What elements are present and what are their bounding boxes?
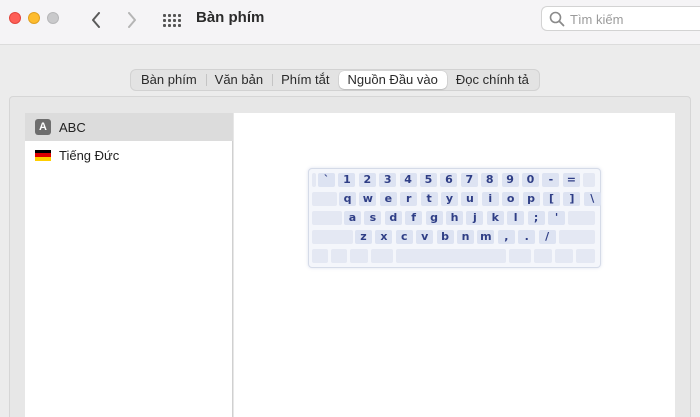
keyboard-key-blank bbox=[312, 173, 316, 187]
forward-button[interactable] bbox=[121, 9, 143, 31]
keyboard-key: 4 bbox=[399, 173, 417, 187]
keyboard-layout-preview: ` 1 2 3 4 5 6 7 8 9 0- = q w e r t y u i o p[] \ a s d f g h j k l; ' z x c… bbox=[308, 168, 601, 268]
keyboard-key: [ bbox=[543, 192, 560, 206]
keyboard-key: 0 bbox=[522, 173, 539, 187]
keyboard-key: h bbox=[446, 211, 463, 225]
tab-dictation[interactable]: Đọc chính tả bbox=[447, 71, 538, 89]
tab-text[interactable]: Văn bản bbox=[205, 71, 272, 89]
keyboard-key: . bbox=[518, 230, 536, 244]
window-title: Bàn phím bbox=[196, 9, 265, 26]
keyboard-key: p bbox=[522, 192, 540, 206]
keyboard-key-blank bbox=[312, 249, 328, 263]
keyboard-key: 8 bbox=[481, 173, 499, 187]
keyboard-key: ] bbox=[563, 192, 581, 206]
keyboard-key: f bbox=[405, 211, 423, 225]
close-window-button[interactable] bbox=[9, 12, 21, 24]
keyboard-key-blank bbox=[312, 211, 342, 225]
keyboard-key-blank bbox=[509, 249, 531, 263]
keyboard-key: 6 bbox=[440, 173, 458, 187]
keyboard-key: n bbox=[457, 230, 474, 244]
tab-input-sources[interactable]: Nguồn Đầu vào bbox=[338, 71, 447, 89]
search-input[interactable] bbox=[570, 10, 695, 28]
list-item-abc[interactable]: A ABC bbox=[25, 113, 233, 141]
keyboard-key: 5 bbox=[420, 173, 437, 187]
keyboard-key-blank bbox=[312, 230, 353, 244]
keyboard-key-blank bbox=[396, 249, 506, 263]
chevron-left-icon bbox=[92, 12, 100, 28]
abc-letter-icon: A bbox=[35, 119, 51, 135]
keyboard-key: \ bbox=[583, 192, 601, 206]
keyboard-key: , bbox=[497, 230, 515, 244]
search-icon bbox=[549, 11, 565, 27]
title-bar: Bàn phím bbox=[0, 0, 700, 45]
chevron-right-icon bbox=[128, 12, 136, 28]
keyboard-key: u bbox=[461, 192, 479, 206]
list-item-german[interactable]: Tiếng Đức bbox=[25, 141, 233, 169]
german-flag-icon bbox=[35, 149, 51, 161]
keyboard-key: ' bbox=[548, 211, 565, 225]
input-sources-list: A ABC Tiếng Đức bbox=[25, 113, 233, 417]
keyboard-key: w bbox=[359, 192, 377, 206]
search-field[interactable] bbox=[541, 6, 700, 31]
keyboard-key: 3 bbox=[379, 173, 397, 187]
keyboard-key-blank bbox=[558, 230, 595, 244]
keyboard-key: v bbox=[416, 230, 434, 244]
keyboard-key: g bbox=[425, 211, 443, 225]
source-label: ABC bbox=[59, 119, 86, 135]
keyboard-key: - bbox=[542, 173, 560, 187]
keyboard-key: = bbox=[562, 173, 580, 187]
keyboard-key: a bbox=[344, 211, 361, 225]
keyboard-key: k bbox=[486, 211, 504, 225]
keyboard-key-blank bbox=[350, 249, 368, 263]
keyboard-key: b bbox=[436, 230, 454, 244]
keyboard-key: 7 bbox=[460, 173, 478, 187]
keyboard-key: e bbox=[379, 192, 397, 206]
keyboard-key-blank bbox=[576, 249, 595, 263]
keyboard-key: d bbox=[384, 211, 402, 225]
keyboard-key-blank bbox=[568, 211, 595, 225]
zoom-window-button[interactable] bbox=[47, 12, 59, 24]
keyboard-key: s bbox=[364, 211, 382, 225]
keyboard-key: l bbox=[507, 211, 525, 225]
keyboard-key: x bbox=[375, 230, 393, 244]
keyboard-key-blank bbox=[555, 249, 573, 263]
settings-tab-bar: Bàn phím Văn bản Phím tắt Nguồn Đầu vào … bbox=[130, 69, 540, 91]
keyboard-key: q bbox=[339, 192, 356, 206]
keyboard-key: 1 bbox=[338, 173, 356, 187]
keyboard-key: c bbox=[395, 230, 413, 244]
keyboard-key-blank bbox=[371, 249, 393, 263]
keyboard-key-blank bbox=[582, 173, 595, 187]
keyboard-key: y bbox=[441, 192, 458, 206]
show-all-grid-icon[interactable] bbox=[161, 9, 183, 31]
source-label: Tiếng Đức bbox=[59, 147, 120, 163]
keyboard-key: / bbox=[538, 230, 556, 244]
back-button[interactable] bbox=[85, 9, 107, 31]
keyboard-key: 2 bbox=[358, 173, 376, 187]
keyboard-key: o bbox=[502, 192, 520, 206]
tab-shortcuts[interactable]: Phím tắt bbox=[272, 71, 338, 89]
keyboard-key-blank bbox=[331, 249, 347, 263]
keyboard-key: ` bbox=[318, 173, 335, 187]
keyboard-key: z bbox=[355, 230, 372, 244]
minimize-window-button[interactable] bbox=[28, 12, 40, 24]
tab-keyboard[interactable]: Bàn phím bbox=[132, 71, 206, 89]
keyboard-key: m bbox=[477, 230, 495, 244]
keyboard-key: t bbox=[420, 192, 438, 206]
keyboard-key-blank bbox=[534, 249, 552, 263]
keyboard-key: r bbox=[400, 192, 418, 206]
keyboard-key: 9 bbox=[501, 173, 519, 187]
keyboard-key: i bbox=[481, 192, 499, 206]
keyboard-key-blank bbox=[312, 192, 337, 206]
keyboard-key: j bbox=[466, 211, 484, 225]
keyboard-key: ; bbox=[527, 211, 545, 225]
